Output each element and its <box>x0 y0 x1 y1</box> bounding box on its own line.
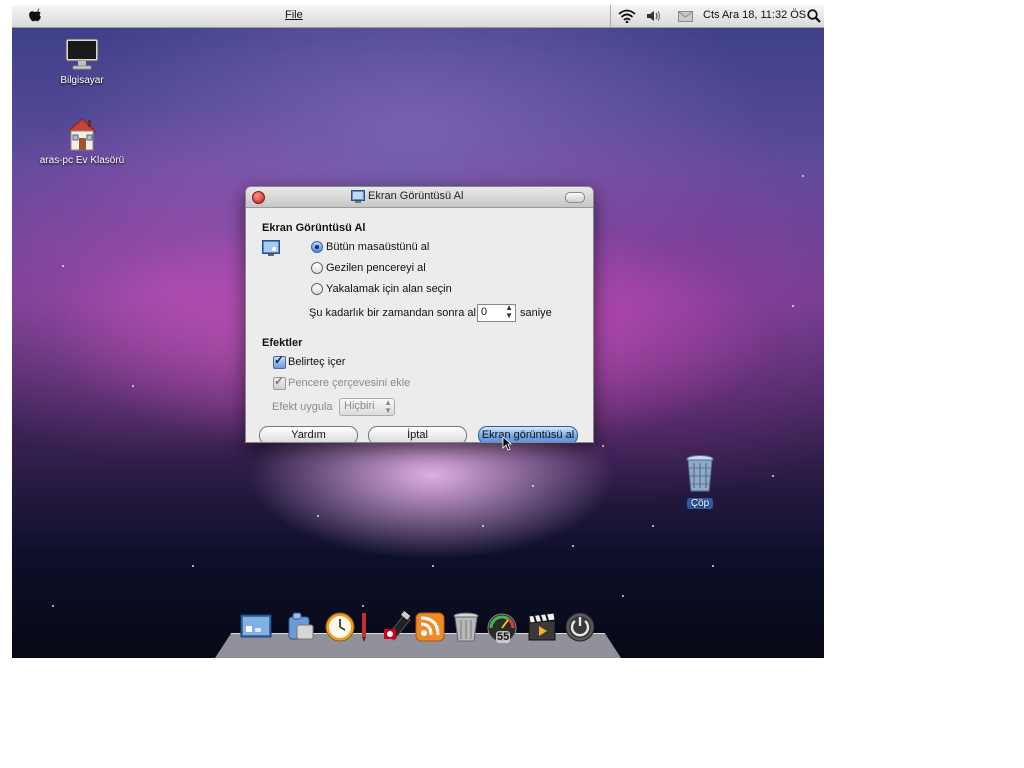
delay-unit: saniye <box>520 307 552 319</box>
usb-icon <box>384 610 411 641</box>
radio-select-area[interactable] <box>311 283 323 295</box>
search-icon[interactable] <box>807 9 821 23</box>
dock-item-finder[interactable] <box>285 611 317 643</box>
dock-item-clock[interactable] <box>324 611 356 643</box>
power-icon <box>565 612 595 642</box>
section-title-effects: Efektler <box>262 337 303 349</box>
delay-spinbox[interactable]: 0 ▲ ▼ <box>477 304 516 322</box>
trash-icon <box>453 612 479 642</box>
delay-value[interactable]: 0 <box>481 306 487 318</box>
checkbox-window-border[interactable]: ✓ <box>273 374 286 390</box>
mail-icon[interactable] <box>678 11 693 22</box>
pen-icon <box>362 613 366 642</box>
effect-label: Efekt uygula <box>272 401 333 413</box>
clapper-icon <box>528 612 556 641</box>
computer-icon <box>65 38 99 70</box>
speed-value: 55 <box>496 631 511 643</box>
dialog-title: Ekran Görüntüsü Al <box>368 190 464 202</box>
desktop-icon-label: aras-pc Ev Klasörü <box>39 155 125 166</box>
dock-item-trash[interactable] <box>450 611 482 643</box>
screen-icon <box>240 614 272 638</box>
screenshot-app-icon <box>351 190 365 203</box>
menu-bar: File Cts Ara 18, 11:32 ÖS <box>12 5 824 28</box>
dropdown-arrows-icon: ▲ ▼ <box>384 398 392 415</box>
spin-arrows-icon[interactable]: ▲ ▼ <box>505 304 513 320</box>
checkbox-label-include-pointer[interactable]: Belirteç içer <box>288 356 345 368</box>
cancel-button[interactable]: İptal <box>368 426 467 442</box>
desktop-icon-computer[interactable]: Bilgisayar <box>52 36 112 86</box>
radio-whole-desktop[interactable] <box>311 241 323 253</box>
trash-icon <box>686 455 714 492</box>
desktop: File Cts Ara 18, 11:32 ÖS Bilgisayar ara… <box>12 5 824 658</box>
screenshot-dialog: Ekran Görüntüsü Al Ekran Görüntüsü Al Bü… <box>245 186 594 443</box>
section-title-capture: Ekran Görüntüsü Al <box>262 222 366 234</box>
clock-icon <box>325 612 355 642</box>
menu-file[interactable]: File <box>285 9 303 21</box>
finder-icon <box>288 612 314 640</box>
dock-item-usb[interactable] <box>382 610 414 643</box>
checkbox-include-pointer[interactable]: ✓ <box>273 353 286 369</box>
dock-item-video[interactable] <box>526 611 558 643</box>
dock-item-power[interactable] <box>564 611 596 643</box>
dialog-titlebar[interactable]: Ekran Görüntüsü Al <box>246 187 593 208</box>
delay-label: Şu kadarlık bir zamandan sonra al: <box>309 307 479 319</box>
rss-icon <box>415 612 445 642</box>
dock-item-speed[interactable]: 55 <box>486 611 518 643</box>
radio-label-current-window[interactable]: Gezilen pencereyi al <box>326 262 426 274</box>
radio-current-window[interactable] <box>311 262 323 274</box>
radio-label-select-area[interactable]: Yakalamak için alan seçin <box>326 283 452 295</box>
wifi-icon[interactable] <box>618 9 636 23</box>
dock-item-pen[interactable] <box>357 611 371 643</box>
home-folder-icon <box>67 118 97 151</box>
check-icon: ✓ <box>274 374 285 388</box>
desktop-icon-trash[interactable]: Çöp <box>680 454 720 509</box>
volume-icon[interactable] <box>646 10 662 22</box>
desktop-icon-home[interactable]: aras-pc Ev Klasörü <box>34 114 130 166</box>
screenshot-preview-icon <box>262 240 280 256</box>
menubar-separator <box>610 5 611 27</box>
desktop-icon-label: Çöp <box>686 498 714 509</box>
effect-dropdown-value: Hiçbiri <box>344 400 375 412</box>
checkbox-label-window-border[interactable]: Pencere çerçevesini ekle <box>288 377 410 389</box>
radio-label-whole-desktop[interactable]: Bütün masaüstünü al <box>326 241 429 253</box>
desktop-icon-label: Bilgisayar <box>60 75 104 86</box>
effect-dropdown[interactable]: Hiçbiri ▲ ▼ <box>339 398 395 416</box>
help-button[interactable]: Yardım <box>259 426 358 442</box>
check-icon: ✓ <box>274 353 285 367</box>
take-screenshot-button[interactable]: Ekran görüntüsü al <box>478 426 578 442</box>
mouse-cursor-icon <box>502 436 512 451</box>
menubar-clock[interactable]: Cts Ara 18, 11:32 ÖS <box>703 9 806 21</box>
toolbar-toggle-button[interactable] <box>565 192 585 203</box>
close-button[interactable] <box>252 191 265 204</box>
dock-item-rss[interactable] <box>414 611 446 643</box>
dock-item-desktop[interactable] <box>240 611 272 643</box>
apple-icon[interactable] <box>28 8 42 24</box>
